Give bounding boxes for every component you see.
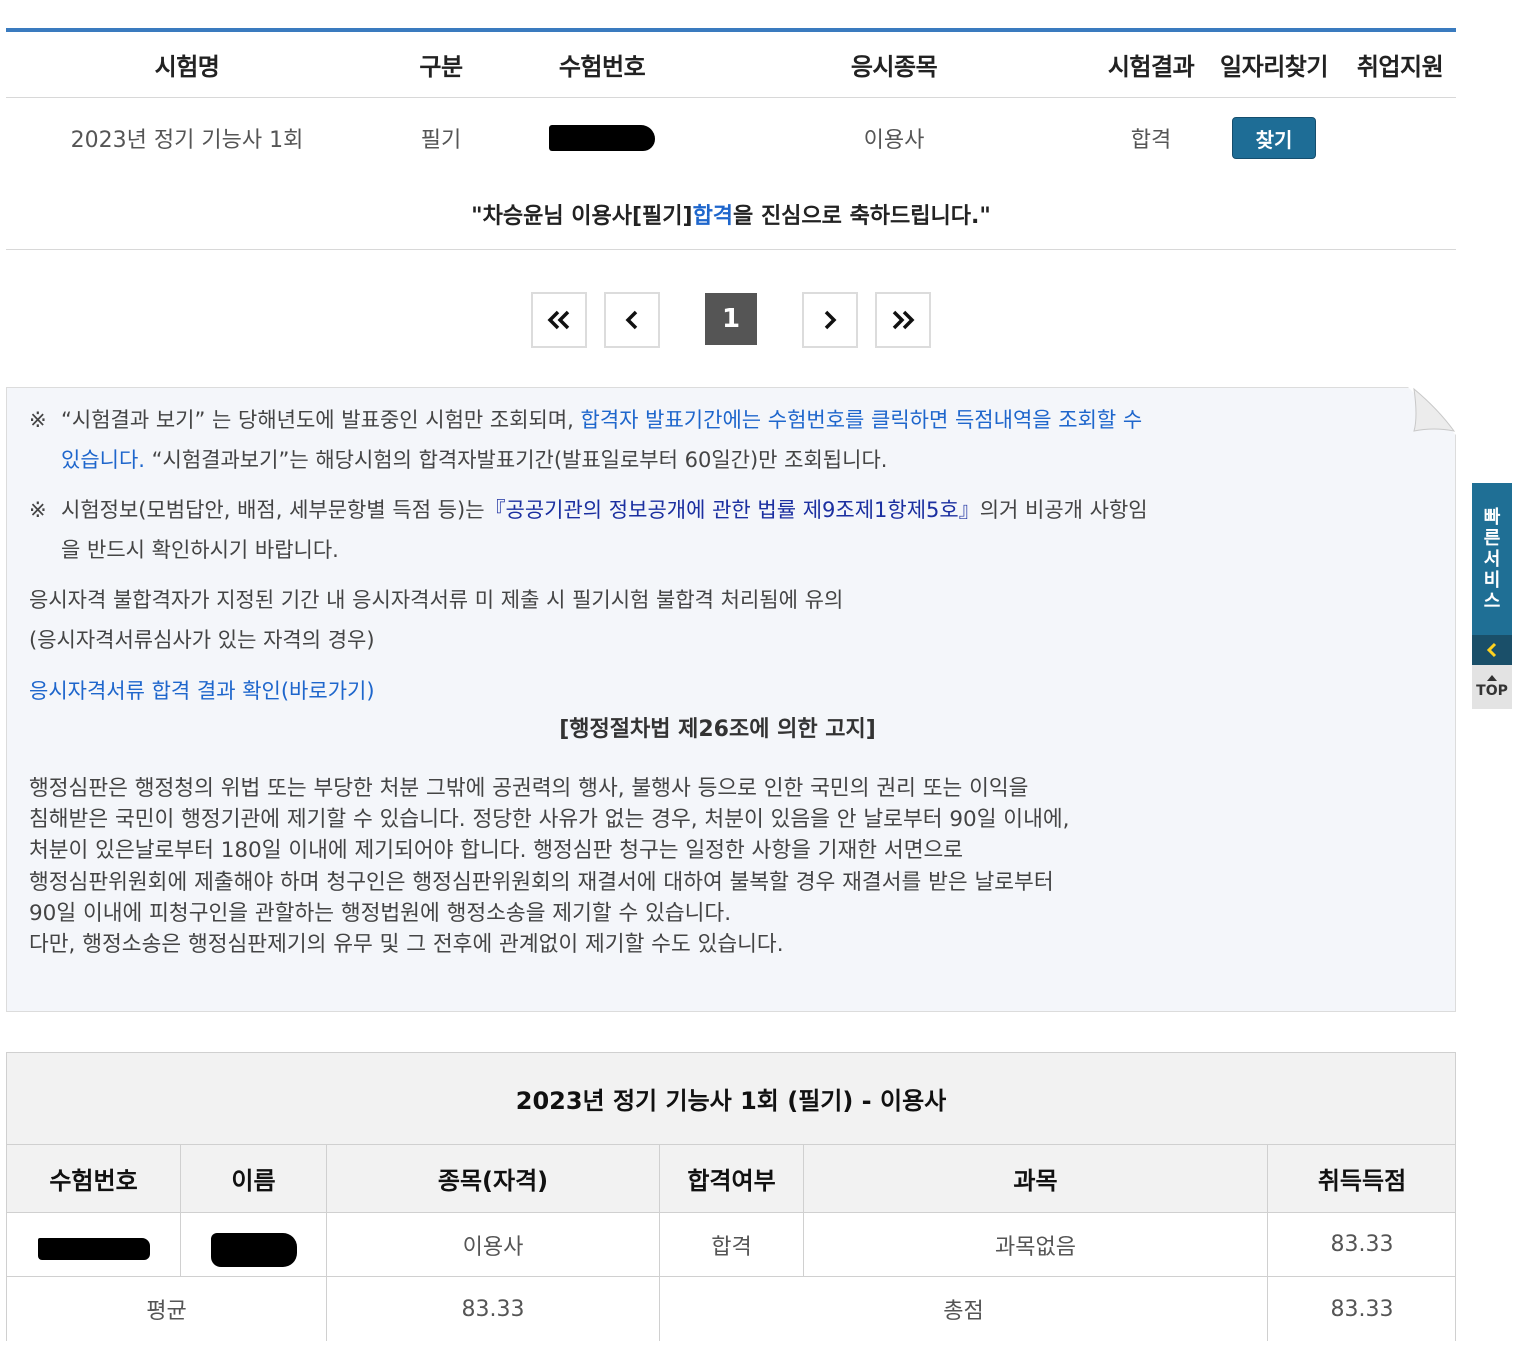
quick-service-char: 빠 — [1483, 506, 1501, 528]
notice-item1-text-cont: “시험결과보기”는 해당시험의 합격자발표기간(발표일로부터 60일간)만 조회… — [144, 448, 888, 472]
document-result-link[interactable]: 응시자격서류 합격 결과 확인(바로가기) — [29, 675, 375, 705]
quick-service-char: 스 — [1483, 590, 1501, 612]
exam-name-cell: 2023년 정기 기능사 1회 — [70, 128, 304, 153]
average-label: 평균 — [7, 1277, 327, 1341]
congrats-pass-highlight: 합격 — [692, 203, 734, 229]
chevron-right-icon — [824, 310, 837, 330]
paragraph-line: 행정심판위원회에 제출해야 하며 청구인은 행정심판위원회의 재결서에 대하여 … — [29, 869, 1054, 895]
chevron-left-icon — [1486, 642, 1497, 658]
header-category: 구분 — [419, 53, 463, 81]
result-cell: 합격 — [1130, 128, 1172, 153]
reference-mark: ※ — [29, 498, 47, 522]
header-course: 과목 — [804, 1145, 1268, 1212]
header-name: 이름 — [181, 1145, 327, 1212]
exam-number-cell — [7, 1213, 181, 1276]
header-qualification: 종목(자격) — [327, 1145, 660, 1212]
disqualification-scope: (응시자격서류심사가 있는 자격의 경우) — [29, 628, 375, 652]
find-job-button[interactable]: 찾기 — [1232, 117, 1316, 159]
congrats-text-after: 을 진심으로 축하드립니다." — [733, 203, 991, 229]
reference-mark: ※ — [29, 408, 47, 432]
quick-service-expand-button[interactable] — [1472, 635, 1512, 665]
notice-item2-text: 시험정보(모범답안, 배점, 세부문항별 득점 등)는 — [61, 498, 485, 522]
header-exam-name: 시험명 — [154, 53, 220, 81]
arrow-up-icon — [1487, 675, 1497, 681]
category-cell: 필기 — [420, 128, 462, 153]
scroll-top-label: TOP — [1476, 683, 1508, 699]
table-row: 이용사 합격 과목없음 83.33 — [7, 1213, 1455, 1277]
exam-number-cell[interactable] — [514, 98, 690, 178]
quick-service-char: 른 — [1483, 527, 1501, 549]
header-pass-status: 합격여부 — [660, 1145, 804, 1212]
notice-item1-text: “시험결과 보기” 는 당해년도에 발표중인 시험만 조회되며, — [61, 408, 581, 432]
double-chevron-right-icon — [892, 310, 915, 330]
score-table-title: 2023년 정기 기능사 1회 (필기) - 이용사 — [7, 1053, 1455, 1145]
redacted-exam-number[interactable] — [549, 125, 655, 151]
score-detail-guide-text-cont: 있습니다. — [61, 448, 145, 472]
quick-service-widget: 빠 른 서 비 스 TOP — [1472, 483, 1512, 709]
table-row: 2023년 정기 기능사 1회 필기 이용사 합격 찾기 — [6, 98, 1456, 178]
header-exam-number: 수험번호 — [558, 53, 646, 81]
last-page-button[interactable] — [875, 292, 931, 348]
notice-item2-text-cont: 의거 비공개 사항임 — [979, 498, 1148, 522]
job-search-cell: 찾기 — [1204, 98, 1344, 178]
notice-item2-text-end: 을 반드시 확인하시기 바랍니다. — [61, 538, 339, 562]
first-page-button[interactable] — [531, 292, 587, 348]
congratulation-message: "차승윤님 이용사[필기] 합격 을 진심으로 축하드립니다." — [6, 178, 1456, 250]
scroll-top-button[interactable]: TOP — [1472, 665, 1512, 709]
paragraph-line: 90일 이내에 피청구인을 관할하는 행정법원에 행정소송을 제기할 수 있습니… — [29, 900, 732, 926]
next-page-button[interactable] — [802, 292, 858, 348]
score-table-header: 수험번호 이름 종목(자격) 합격여부 과목 취득득점 — [7, 1145, 1455, 1213]
header-job-search: 일자리찾기 — [1220, 53, 1328, 81]
pagination: 1 — [0, 292, 1461, 348]
law-reference-text: 『공공기관의 정보공개에 관한 법률 제9조제1항제5호』 — [484, 498, 980, 522]
average-value: 83.33 — [327, 1277, 660, 1341]
quick-service-char: 비 — [1483, 569, 1501, 591]
header-result: 시험결과 — [1107, 53, 1195, 81]
qualification-cell: 이용사 — [327, 1213, 660, 1276]
redacted-name — [210, 1232, 297, 1267]
header-exam-number: 수험번호 — [7, 1145, 181, 1212]
paragraph-line: 처분이 있은날로부터 180일 이내에 제기되어야 합니다. 행정심판 청구는 … — [29, 838, 964, 864]
paragraph-line: 침해받은 국민이 행정기관에 제기할 수 있습니다. 정당한 사유가 없는 경우… — [29, 807, 1070, 833]
total-label: 총점 — [660, 1277, 1268, 1341]
quick-service-char: 서 — [1483, 548, 1501, 570]
quick-service-button[interactable]: 빠 른 서 비 스 — [1472, 483, 1512, 635]
administrative-appeal-paragraph: 행정심판은 행정청의 위법 또는 부당한 처분 그밖에 공권력의 행사, 불행사… — [29, 773, 1419, 960]
page-1-button[interactable]: 1 — [705, 293, 757, 345]
disqualification-warning: 응시자격 불합격자가 지정된 기간 내 응시자격서류 미 제출 시 필기시험 불… — [29, 588, 844, 612]
summary-row: 평균 83.33 총점 83.33 — [7, 1277, 1455, 1341]
notice-item-body: “시험결과 보기” 는 당해년도에 발표중인 시험만 조회되며, 합격자 발표기… — [29, 400, 1419, 480]
paragraph-line: 행정심판은 행정청의 위법 또는 부당한 처분 그밖에 공권력의 행사, 불행사… — [29, 776, 1029, 801]
score-detail-table: 2023년 정기 기능사 1회 (필기) - 이용사 수험번호 이름 종목(자격… — [6, 1052, 1456, 1341]
support-cell — [1344, 98, 1456, 178]
redacted-exam-number — [37, 1237, 150, 1260]
pass-status-cell: 합격 — [660, 1213, 804, 1276]
header-score: 취득득점 — [1317, 1167, 1407, 1195]
notice-item-body: 시험정보(모범답안, 배점, 세부문항별 득점 등)는『공공기관의 정보공개에 … — [29, 490, 1419, 570]
double-chevron-left-icon — [547, 310, 570, 330]
subject-cell: 이용사 — [863, 128, 925, 153]
notice-item-result-view: ※ “시험결과 보기” 는 당해년도에 발표중인 시험만 조회되며, 합격자 발… — [29, 400, 1419, 480]
course-cell: 과목없음 — [804, 1213, 1268, 1276]
congrats-text-before: "차승윤님 이용사[필기] — [471, 203, 693, 229]
notice-item-exam-info: ※ 시험정보(모범답안, 배점, 세부문항별 득점 등)는『공공기관의 정보공개… — [29, 490, 1419, 570]
paragraph-line: 다만, 행정소송은 행정심판제기의 유무 및 그 전후에 관계없이 제기할 수도… — [29, 932, 784, 958]
notice-box: ※ “시험결과 보기” 는 당해년도에 발표중인 시험만 조회되며, 합격자 발… — [6, 387, 1456, 1012]
prev-page-button[interactable] — [604, 292, 660, 348]
chevron-left-icon — [625, 310, 638, 330]
score-detail-guide-text: 합격자 발표기간에는 수험번호를 클릭하면 득점내역을 조회할 수 — [580, 408, 1143, 432]
header-employment-support: 취업지원 — [1356, 53, 1444, 81]
total-value: 83.33 — [1330, 1296, 1394, 1322]
header-subject: 응시종목 — [850, 53, 938, 81]
result-table-header: 시험명 구분 수험번호 응시종목 시험결과 일자리찾기 취업지원 — [6, 32, 1456, 98]
score-cell: 83.33 — [1330, 1232, 1394, 1257]
administrative-procedure-notice-title: [행정절차법 제26조에 의한 고지] — [559, 717, 876, 742]
name-cell — [181, 1213, 327, 1276]
exam-result-table: 시험명 구분 수험번호 응시종목 시험결과 일자리찾기 취업지원 2023년 정… — [6, 28, 1456, 250]
